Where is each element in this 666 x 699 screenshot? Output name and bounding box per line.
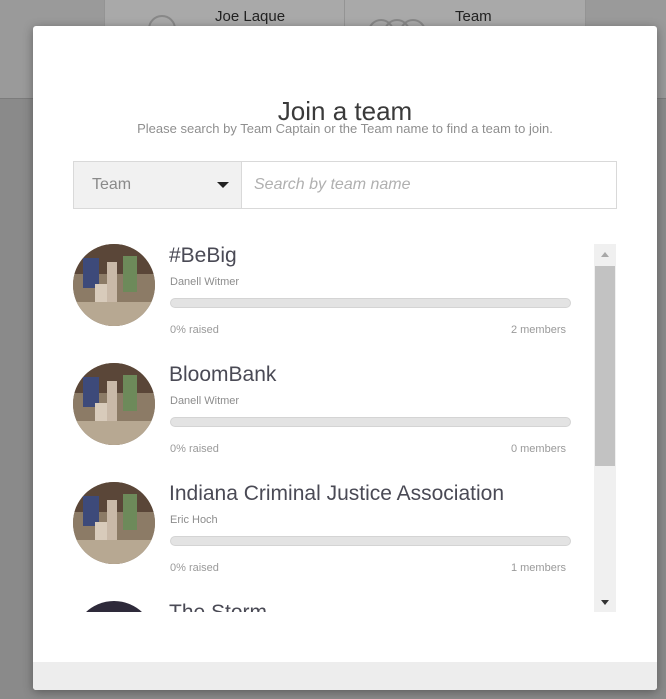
join-team-modal: Join a team Please search by Team Captai… [33, 26, 657, 690]
search-type-select[interactable]: Team [74, 162, 242, 208]
member-count: 0 members [510, 443, 566, 455]
scroll-up-button[interactable] [594, 244, 616, 264]
scrollbar-thumb[interactable] [595, 266, 615, 466]
team-captain: Danell Witmer [170, 276, 240, 288]
team-avatar [73, 601, 155, 612]
team-name[interactable]: #BeBig [169, 244, 237, 268]
team-list: #BeBig Danell Witmer 0% raised 2 members… [73, 244, 591, 612]
team-captain: Eric Hoch [170, 514, 218, 526]
team-list-item[interactable]: BloomBank Danell Witmer 0% raised 0 memb… [73, 363, 591, 471]
team-avatar [73, 482, 155, 564]
background-team-label: Team [455, 8, 492, 25]
arrow-down-icon [601, 599, 609, 605]
raised-percent: 0% raised [170, 443, 219, 455]
team-name[interactable]: BloomBank [169, 363, 276, 387]
background-captain-name: Joe Laque [215, 8, 286, 25]
fundraising-progress-bar [170, 298, 571, 308]
team-name[interactable]: The Storm [169, 601, 267, 612]
fundraising-progress-bar [170, 536, 571, 546]
team-list-item[interactable]: Indiana Criminal Justice Association Eri… [73, 482, 591, 590]
team-captain: Danell Witmer [170, 395, 240, 407]
scroll-down-button[interactable] [594, 592, 616, 612]
search-type-selected: Team [92, 176, 132, 193]
team-list-item[interactable]: The Storm [73, 601, 591, 612]
team-photo-image [73, 482, 155, 564]
team-avatar [73, 244, 155, 326]
arrow-up-icon [601, 251, 609, 257]
fundraising-progress-bar [170, 417, 571, 427]
raised-percent: 0% raised [170, 324, 219, 336]
modal-subtitle: Please search by Team Captain or the Tea… [137, 121, 553, 136]
modal-footer [33, 662, 657, 690]
member-count: 1 members [510, 562, 566, 574]
member-count: 2 members [510, 324, 566, 336]
search-bar: Team [73, 161, 617, 209]
team-list-scrollbar[interactable] [594, 244, 616, 612]
team-name[interactable]: Indiana Criminal Justice Association [169, 482, 504, 506]
team-photo-image [73, 363, 155, 445]
team-avatar [73, 363, 155, 445]
team-search-input[interactable] [242, 162, 616, 208]
raised-percent: 0% raised [170, 562, 219, 574]
team-photo-image [73, 244, 155, 326]
caret-down-icon [217, 182, 229, 188]
team-list-item[interactable]: #BeBig Danell Witmer 0% raised 2 members [73, 244, 591, 352]
